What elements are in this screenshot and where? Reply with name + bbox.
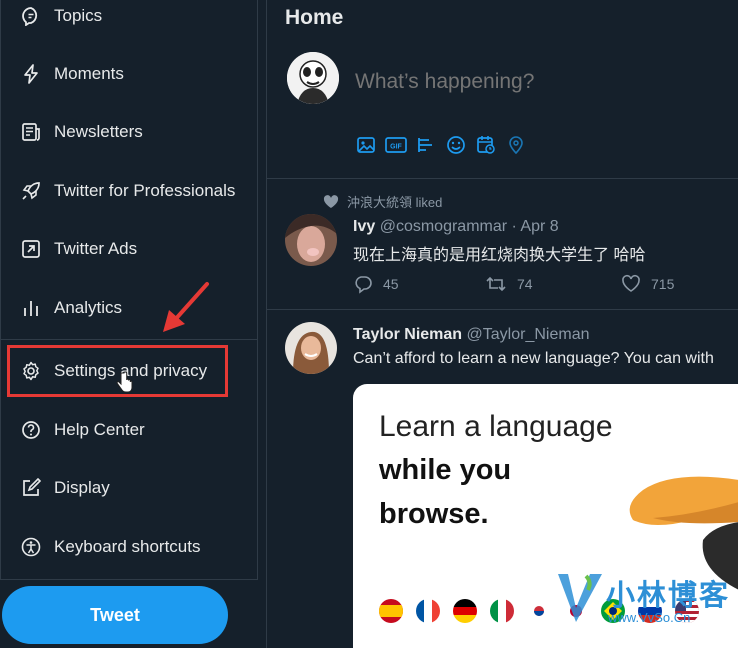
like-button[interactable]: 715 [621, 274, 674, 294]
ad-headline-line2: while you [379, 454, 512, 486]
menu-item-twitter-ads[interactable]: Twitter Ads [0, 224, 258, 274]
watermark-logo [558, 574, 602, 622]
menu-item-help-center[interactable]: Help Center [0, 405, 258, 455]
svg-text:GIF: GIF [390, 144, 402, 151]
korea-flag-icon [527, 599, 551, 623]
tweet-text: Can’t afford to learn a new language? Yo… [353, 350, 714, 367]
menu-item-display[interactable]: Display [0, 463, 258, 513]
help-icon [20, 419, 42, 441]
menu-label-keyboard-shortcuts: Keyboard shortcuts [54, 537, 201, 556]
france-flag-icon [416, 599, 440, 623]
italy-flag-icon [490, 599, 514, 623]
location-icon[interactable] [505, 134, 527, 156]
menu-label-topics: Topics [54, 6, 103, 25]
retweet-icon [486, 276, 506, 292]
spain-flag-icon [379, 599, 403, 623]
social-context: 沖浪大統領 liked [323, 192, 442, 211]
menu-item-analytics[interactable]: Analytics [0, 283, 258, 333]
watermark-url: www.VvSo.Cn [608, 610, 691, 625]
menu-label-analytics: Analytics [54, 298, 123, 317]
bar-chart-icon [20, 297, 42, 319]
lightning-icon [20, 63, 42, 85]
heart-icon [622, 274, 640, 292]
tweet-button[interactable]: Tweet [2, 586, 228, 644]
menu-label-moments: Moments [54, 64, 124, 83]
watermark-text: 小林博客 [606, 580, 731, 612]
menu-label-display: Display [54, 478, 110, 497]
more-menu-panel: Topics Moments Newsletters Twitter for P… [0, 0, 258, 648]
newsletter-icon [20, 121, 42, 143]
compose-toolbar: GIF [355, 134, 527, 158]
external-arrow-icon [20, 238, 42, 260]
tweet-actions: 45 74 715 [353, 274, 713, 298]
author-handle[interactable]: @Taylor_Nieman [467, 326, 590, 343]
ad-headline-line1: Learn a language [379, 410, 613, 443]
tweet-text: 现在上海真的是用红烧肉换大学生了 哈哈 [353, 247, 646, 264]
gif-icon[interactable]: GIF [385, 134, 407, 156]
menu-item-newsletters[interactable]: Newsletters [0, 107, 258, 157]
social-context-text: 沖浪大統領 liked [347, 195, 443, 210]
menu-item-twitter-for-professionals[interactable]: Twitter for Professionals [0, 166, 258, 216]
rocket-icon [20, 180, 42, 202]
annotation-arrow [163, 282, 209, 332]
retweet-button[interactable]: 74 [485, 274, 533, 294]
avatar[interactable] [285, 322, 337, 374]
menu-label-twitter-ads: Twitter Ads [54, 239, 138, 258]
hand-cursor-icon [116, 371, 133, 393]
menu-label-newsletters: Newsletters [54, 122, 143, 141]
menu-item-topics[interactable]: Topics [0, 0, 258, 41]
author-name[interactable]: Ivy [353, 218, 375, 235]
page-title: Home [285, 6, 344, 29]
menu-item-keyboard-shortcuts[interactable]: Keyboard shortcuts [0, 522, 258, 572]
reply-button[interactable]: 45 [353, 274, 399, 294]
watermark: 小林博客 www.VvSo.Cn [556, 566, 738, 632]
author-name[interactable]: Taylor Nieman [353, 326, 462, 343]
media-icon[interactable] [355, 134, 377, 156]
accessibility-icon [20, 536, 42, 558]
like-count: 715 [651, 276, 675, 292]
poll-icon[interactable] [415, 134, 437, 156]
reply-icon [355, 276, 372, 294]
menu-divider [1, 339, 257, 340]
tweet-header: Taylor Nieman @Taylor_Nieman [353, 326, 589, 344]
home-timeline: Home GIF 沖 [266, 0, 738, 648]
schedule-icon[interactable] [475, 134, 497, 156]
author-handle[interactable]: @cosmogrammar · Apr 8 [380, 218, 559, 235]
retweet-count: 74 [517, 276, 533, 292]
tweet-header: Ivy @cosmogrammar · Apr 8 [353, 218, 559, 236]
topics-icon [20, 5, 42, 27]
ad-headline-line3: browse. [379, 498, 489, 530]
divider [267, 309, 738, 310]
avatar[interactable] [285, 214, 337, 266]
menu-label-help-center: Help Center [54, 420, 145, 439]
user-avatar[interactable] [287, 52, 339, 104]
menu-label-twitter-for-professionals: Twitter for Professionals [54, 181, 236, 200]
divider [267, 178, 738, 179]
emoji-icon[interactable] [445, 134, 467, 156]
display-edit-icon [20, 477, 42, 499]
heart-filled-icon [323, 194, 339, 208]
reply-count: 45 [383, 276, 399, 292]
menu-item-moments[interactable]: Moments [0, 49, 258, 99]
germany-flag-icon [453, 599, 477, 623]
compose-input[interactable] [355, 70, 715, 94]
